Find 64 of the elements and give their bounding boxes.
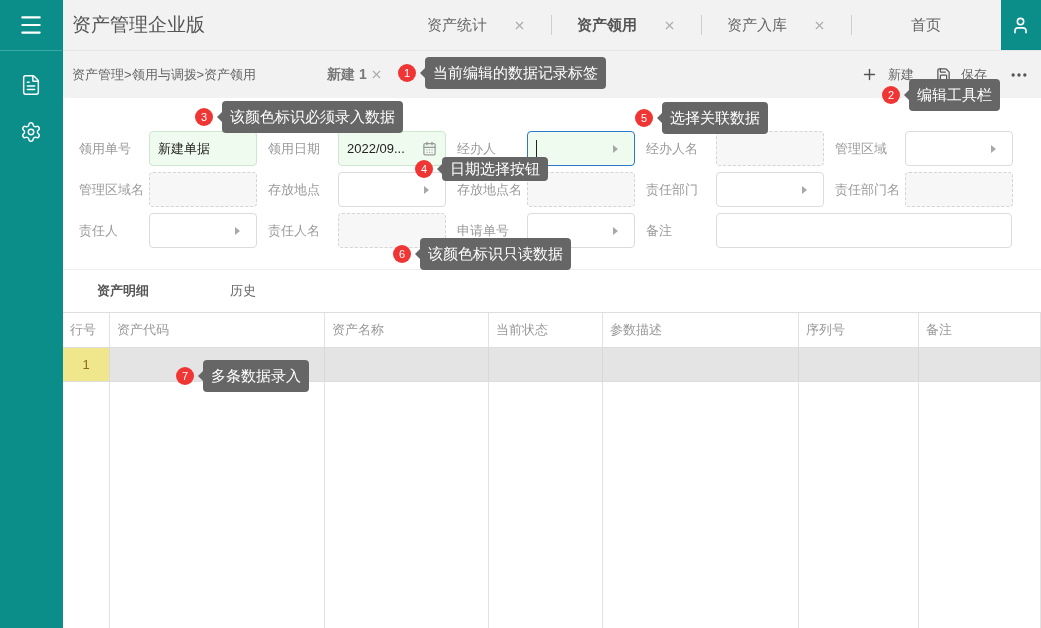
text-cursor (536, 140, 537, 157)
field-label: 责任部门名 (835, 180, 901, 199)
pointer-icon (437, 164, 442, 174)
field-label: 存放地点 (268, 180, 321, 199)
caret-icon (235, 226, 240, 235)
calendar-icon[interactable] (422, 141, 437, 156)
pointer-icon (657, 113, 662, 123)
field-label: 管理区域名 (79, 180, 145, 199)
pointer-icon (420, 68, 425, 78)
number-badge: 6 (393, 245, 411, 263)
caret-icon (802, 185, 807, 194)
text-field[interactable]: 新建单据 (149, 131, 257, 166)
column-header: 资产代码 (116, 321, 170, 340)
field-label: 存放地点名 (457, 180, 523, 199)
plus-icon (861, 66, 878, 83)
detail-tab[interactable]: 资产明细 (63, 281, 183, 301)
field-label: 经办人 (457, 139, 497, 158)
document-icon[interactable] (20, 74, 42, 96)
pointer-icon (904, 90, 909, 100)
caret-icon (613, 144, 618, 153)
callout-tooltip: 选择关联数据 (662, 102, 768, 134)
callout-tooltip: 日期选择按钮 (442, 157, 548, 181)
callout-tooltip: 该颜色标识必须录入数据 (222, 101, 403, 133)
field-label: 责任人 (79, 221, 119, 240)
field-label: 领用单号 (79, 139, 132, 158)
page-tab[interactable]: 首页 (851, 0, 1001, 50)
callout-tooltip: 该颜色标识只读数据 (420, 238, 571, 270)
number-badge: 3 (195, 108, 213, 126)
column-header: 行号 (69, 321, 97, 340)
pointer-icon (415, 249, 420, 259)
number-badge: 2 (882, 86, 900, 104)
callout-tooltip: 多条数据录入 (203, 360, 309, 392)
date-field[interactable]: 2022/09... (338, 131, 446, 166)
field-label: 管理区域 (835, 139, 888, 158)
user-button[interactable] (1000, 0, 1041, 50)
column-header: 序列号 (805, 321, 846, 340)
settings-icon[interactable] (20, 121, 42, 143)
page-tab[interactable]: 资产统计 (401, 0, 551, 50)
caret-icon (613, 226, 618, 235)
row-number: 1 (63, 348, 110, 381)
page-tab[interactable]: 资产领用 (551, 0, 701, 50)
callout-tooltip: 编辑工具栏 (909, 79, 1000, 111)
caret-icon (991, 144, 996, 153)
field-label: 责任人名 (268, 221, 321, 240)
field-label: 领用日期 (268, 139, 321, 158)
number-badge: 5 (635, 109, 653, 127)
detail-tab[interactable]: 历史 (183, 281, 303, 301)
column-header: 备注 (925, 321, 953, 340)
column-header: 资产名称 (331, 321, 385, 340)
pointer-icon (217, 112, 222, 122)
field-label: 责任部门 (646, 180, 699, 199)
field-label: 经办人名 (646, 139, 699, 158)
column-header: 当前状态 (495, 321, 549, 340)
column-header: 参数描述 (609, 321, 663, 340)
app-title: 资产管理企业版 (72, 12, 206, 37)
record-tab[interactable]: 新建 1 (327, 64, 383, 85)
callout-tooltip: 当前编辑的数据记录标签 (425, 57, 606, 89)
pointer-icon (198, 371, 203, 381)
caret-icon (424, 185, 429, 194)
field-label: 申请单号 (457, 221, 510, 240)
field-label: 备注 (646, 221, 673, 240)
page-tab[interactable]: 资产入库 (701, 0, 851, 50)
remark-field[interactable] (716, 213, 1012, 248)
breadcrumb: 资产管理>领用与调拨>资产领用 (72, 65, 258, 84)
